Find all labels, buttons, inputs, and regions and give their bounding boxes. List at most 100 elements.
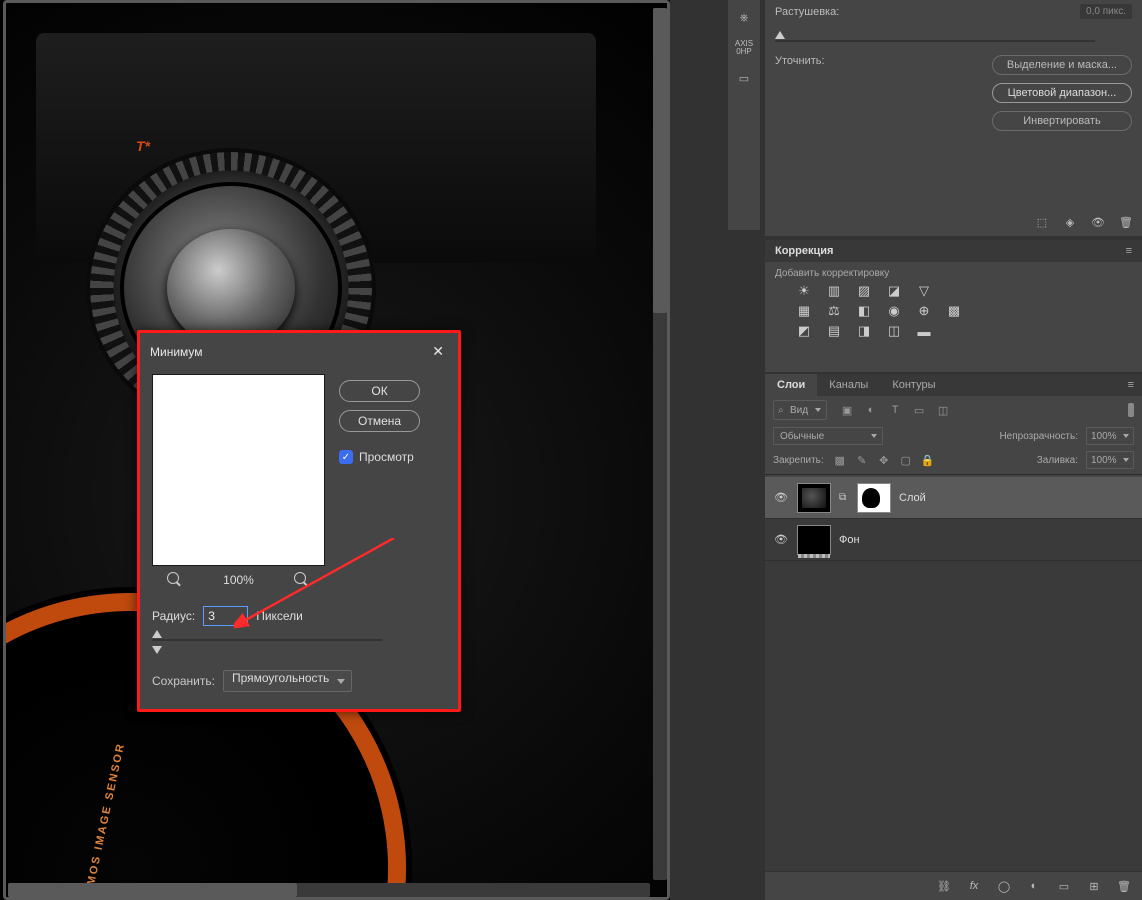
selective-color-icon[interactable]: ▬ — [915, 323, 933, 339]
filter-toggle[interactable] — [1128, 403, 1134, 417]
new-fill-adjustment-icon[interactable]: ◐ — [1026, 878, 1042, 894]
mask-thumbnail[interactable] — [857, 483, 891, 513]
select-and-mask-button[interactable]: Выделение и маска... — [992, 55, 1132, 75]
checkbox-checked-icon[interactable]: ✓ — [339, 450, 353, 464]
curves-icon[interactable]: ▨ — [855, 283, 873, 299]
lock-artboard-icon[interactable]: ▢ — [898, 453, 914, 467]
visibility-toggle-icon[interactable]: 👁 — [773, 533, 789, 546]
adjustments-subtitle: Добавить корректировку — [765, 262, 1142, 281]
trash-icon[interactable]: 🗑 — [1118, 214, 1134, 230]
v-scroll-thumb[interactable] — [653, 8, 667, 313]
ok-button[interactable]: ОК — [339, 380, 420, 402]
collapsed-panel-strip: ⎈ AXIS0HP ▭ — [728, 0, 760, 230]
fill-label: Заливка: — [1037, 455, 1078, 466]
feather-slider[interactable] — [775, 35, 1095, 47]
refine-label: Уточнить: — [775, 55, 825, 67]
filter-pixel-icon[interactable]: ▣ — [839, 403, 855, 417]
close-icon[interactable]: ✕ — [428, 341, 448, 362]
axis-panel-icon[interactable]: AXIS0HP — [732, 36, 756, 60]
filter-shape-icon[interactable]: ▭ — [911, 403, 927, 417]
tab-paths[interactable]: Контуры — [880, 374, 947, 396]
mask-boundary-icon[interactable]: ⬚ — [1034, 214, 1050, 230]
threshold-icon[interactable]: ◨ — [855, 323, 873, 339]
preserve-dropdown[interactable]: Прямоугольность — [223, 670, 352, 692]
panel-menu-icon[interactable]: ≡ — [1126, 245, 1132, 257]
tab-channels[interactable]: Каналы — [817, 374, 880, 396]
fill-dropdown[interactable]: 100% — [1086, 451, 1134, 469]
radius-unit: Пиксели — [256, 609, 303, 623]
preview-checkbox-row[interactable]: ✓ Просмотр — [339, 450, 420, 464]
add-mask-icon[interactable]: ◯ — [996, 878, 1012, 894]
layer-thumbnail[interactable] — [797, 483, 831, 513]
glyphs-panel-icon[interactable]: ⎈ — [732, 6, 756, 30]
dialog-title: Минимум — [150, 345, 203, 359]
layer-filter-dropdown[interactable]: Вид — [773, 400, 827, 420]
load-selection-icon[interactable]: ◈ — [1062, 214, 1078, 230]
color-lookup-icon[interactable]: ▩ — [945, 303, 963, 319]
filter-adjust-icon[interactable]: ◐ — [863, 403, 879, 417]
color-balance-icon[interactable]: ⚖ — [825, 303, 843, 319]
filter-type-icon[interactable]: T — [887, 403, 903, 417]
filter-smart-icon[interactable]: ◫ — [935, 403, 951, 417]
zoom-out-icon[interactable] — [167, 572, 183, 588]
mask-link-icon[interactable]: ⧉ — [839, 492, 849, 503]
feather-label: Растушевка: — [775, 6, 839, 18]
invert-icon[interactable]: ◩ — [795, 323, 813, 339]
adjustments-title: Коррекция — [775, 245, 833, 257]
delete-layer-icon[interactable]: 🗑 — [1116, 878, 1132, 894]
vertical-scrollbar[interactable] — [653, 8, 667, 880]
lock-all-icon[interactable]: 🔒 — [920, 453, 936, 467]
preserve-label: Сохранить: — [152, 674, 215, 688]
photo-filter-icon[interactable]: ◉ — [885, 303, 903, 319]
h-scroll-thumb[interactable] — [8, 883, 297, 897]
layer-name[interactable]: Слой — [899, 492, 926, 504]
horizontal-scrollbar[interactable] — [8, 883, 650, 897]
layers-list: 👁 ⧉ Слой 👁 Фон — [765, 477, 1142, 871]
layer-name[interactable]: Фон — [839, 534, 860, 546]
channel-mixer-icon[interactable]: ⊕ — [915, 303, 933, 319]
lock-label: Закрепить: — [773, 455, 824, 466]
radius-slider[interactable] — [152, 634, 382, 646]
bw-icon[interactable]: ◧ — [855, 303, 873, 319]
levels-icon[interactable]: ▥ — [825, 283, 843, 299]
posterize-icon[interactable]: ▤ — [825, 323, 843, 339]
toggle-visibility-icon[interactable]: 👁 — [1090, 214, 1106, 230]
tab-layers[interactable]: Слои — [765, 374, 817, 396]
layers-panel-menu-icon[interactable]: ≡ — [1120, 374, 1142, 396]
layer-item[interactable]: 👁 Фон — [765, 519, 1142, 561]
link-layers-icon[interactable]: ⛓ — [936, 878, 952, 894]
brightness-icon[interactable]: ☀ — [795, 283, 813, 299]
properties-panel: Растушевка: 0,0 пикс. Уточнить: Выделени… — [765, 0, 1142, 236]
feather-value[interactable]: 0,0 пикс. — [1080, 4, 1132, 19]
lock-transparent-icon[interactable]: ▩ — [832, 453, 848, 467]
new-layer-icon[interactable]: ⊞ — [1086, 878, 1102, 894]
layer-thumbnail[interactable] — [797, 525, 831, 555]
zoom-in-icon[interactable] — [294, 572, 310, 588]
opacity-dropdown[interactable]: 100% — [1086, 427, 1134, 445]
lens-marking: T* — [136, 138, 150, 154]
lock-position-icon[interactable]: ✥ — [876, 453, 892, 467]
radius-input[interactable] — [203, 606, 248, 626]
slider-thumb[interactable] — [152, 630, 162, 638]
blend-mode-dropdown[interactable]: Обычные — [773, 427, 883, 445]
new-group-icon[interactable]: ▭ — [1056, 878, 1072, 894]
exposure-icon[interactable]: ◪ — [885, 283, 903, 299]
layer-fx-icon[interactable]: fx — [966, 878, 982, 894]
gradient-map-icon[interactable]: ◫ — [885, 323, 903, 339]
color-range-button[interactable]: Цветовой диапазон... — [992, 83, 1132, 103]
visibility-toggle-icon[interactable]: 👁 — [773, 491, 789, 504]
opacity-label: Непрозрачность: — [999, 431, 1078, 442]
libraries-panel-icon[interactable]: ▭ — [732, 66, 756, 90]
slider-marker-icon — [152, 646, 162, 654]
zoom-percent[interactable]: 100% — [223, 573, 254, 587]
cancel-button[interactable]: Отмена — [339, 410, 420, 432]
minimum-dialog: Минимум ✕ ОК Отмена ✓ Просмотр 100% Ради… — [137, 330, 461, 712]
vibrance-icon[interactable]: ▽ — [915, 283, 933, 299]
layer-item[interactable]: 👁 ⧉ Слой — [765, 477, 1142, 519]
layers-panel: Слои Каналы Контуры ≡ Вид ▣ ◐ T ▭ ◫ Обыч… — [765, 374, 1142, 900]
invert-button[interactable]: Инвертировать — [992, 111, 1132, 131]
lock-image-icon[interactable]: ✎ — [854, 453, 870, 467]
filter-preview[interactable] — [152, 374, 325, 566]
hue-sat-icon[interactable]: ▦ — [795, 303, 813, 319]
radius-label: Радиус: — [152, 609, 195, 623]
